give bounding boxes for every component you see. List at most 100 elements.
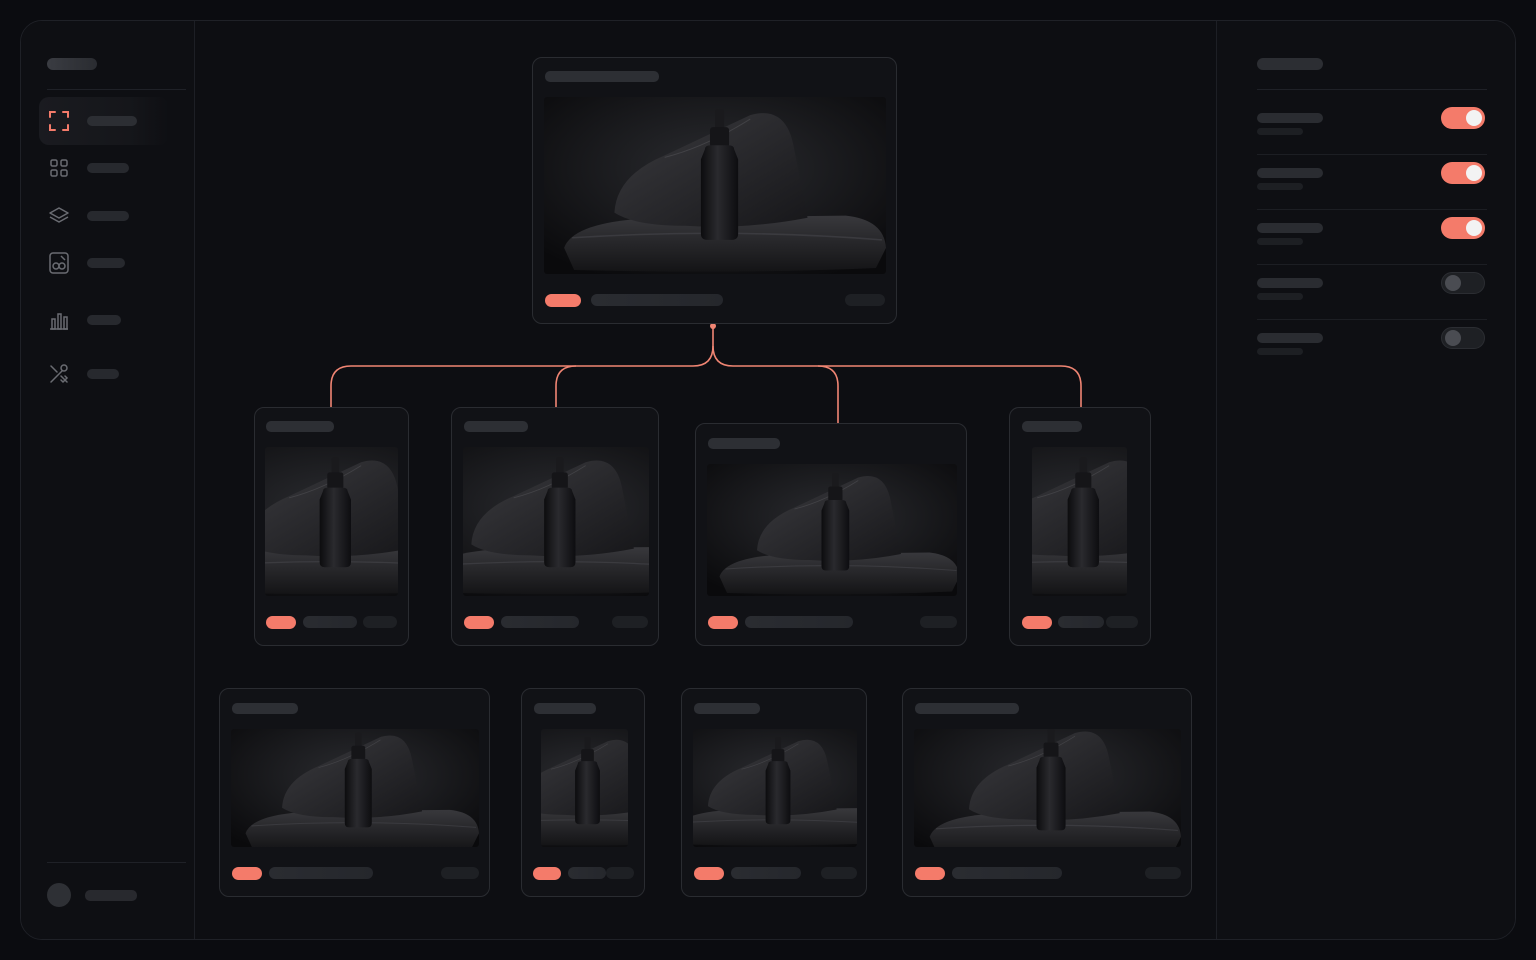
sidebar-item-label bbox=[87, 116, 137, 126]
grid-icon bbox=[39, 158, 79, 178]
toggle-knob bbox=[1445, 275, 1461, 291]
connector-line bbox=[712, 345, 1082, 407]
card-tag bbox=[441, 867, 479, 879]
root-card[interactable] bbox=[532, 57, 897, 324]
card-title bbox=[464, 421, 528, 432]
setting-label bbox=[1257, 113, 1323, 123]
product-thumbnail[interactable] bbox=[541, 729, 628, 847]
logo[interactable] bbox=[47, 58, 97, 70]
setting-divider bbox=[1257, 319, 1487, 320]
card-tag bbox=[363, 616, 397, 628]
frame-select-icon bbox=[39, 110, 79, 132]
toggle-knob bbox=[1466, 165, 1482, 181]
setting-row bbox=[1257, 217, 1487, 272]
sidebar-item-label bbox=[87, 315, 121, 325]
variant-card[interactable] bbox=[451, 407, 659, 646]
product-thumbnail[interactable] bbox=[231, 729, 479, 847]
avatar[interactable] bbox=[47, 883, 71, 907]
card-title bbox=[534, 703, 596, 714]
setting-row bbox=[1257, 272, 1487, 327]
product-thumbnail[interactable] bbox=[265, 447, 398, 596]
card-title bbox=[915, 703, 1019, 714]
sidebar-item-layers[interactable] bbox=[39, 192, 169, 240]
connector-line bbox=[330, 326, 714, 407]
setting-row bbox=[1257, 327, 1487, 382]
sidebar-item-label bbox=[87, 258, 125, 268]
status-badge bbox=[708, 616, 738, 629]
app-window bbox=[20, 20, 1516, 940]
variant-card[interactable] bbox=[681, 688, 867, 897]
card-tag bbox=[920, 616, 957, 628]
toggle-switch[interactable] bbox=[1441, 107, 1485, 129]
card-meta bbox=[731, 867, 801, 879]
setting-description bbox=[1257, 128, 1303, 135]
assets-icon bbox=[39, 251, 79, 275]
card-tag bbox=[845, 294, 885, 306]
sidebar-item-label bbox=[87, 211, 129, 221]
panel-divider bbox=[1257, 89, 1487, 90]
card-title bbox=[1022, 421, 1082, 432]
setting-description bbox=[1257, 293, 1303, 300]
card-meta bbox=[1058, 616, 1104, 628]
tools-icon bbox=[39, 363, 79, 385]
sidebar-item-label bbox=[87, 163, 129, 173]
user-name bbox=[85, 889, 137, 901]
sidebar bbox=[21, 21, 195, 939]
card-tag bbox=[606, 867, 634, 879]
sidebar-item-grid[interactable] bbox=[39, 144, 169, 192]
variant-card[interactable] bbox=[695, 423, 967, 646]
status-badge bbox=[266, 616, 296, 629]
status-badge bbox=[232, 867, 262, 880]
card-title bbox=[232, 703, 298, 714]
layers-icon bbox=[39, 206, 79, 226]
sidebar-item-frames[interactable] bbox=[39, 97, 169, 145]
status-badge bbox=[1022, 616, 1052, 629]
status-badge bbox=[545, 294, 581, 307]
setting-label bbox=[1257, 278, 1323, 288]
setting-label bbox=[1257, 168, 1323, 178]
setting-label bbox=[1257, 223, 1323, 233]
card-meta bbox=[591, 294, 723, 306]
flow-canvas bbox=[196, 21, 1216, 939]
setting-label bbox=[1257, 333, 1323, 343]
sidebar-item-analytics[interactable] bbox=[39, 296, 169, 344]
card-meta bbox=[952, 867, 1062, 879]
variant-card[interactable] bbox=[902, 688, 1192, 897]
setting-divider bbox=[1257, 209, 1487, 210]
variant-card[interactable] bbox=[1009, 407, 1151, 646]
variant-card[interactable] bbox=[254, 407, 409, 646]
product-thumbnail[interactable] bbox=[463, 447, 649, 596]
card-title bbox=[545, 71, 659, 82]
connector-line bbox=[555, 365, 577, 407]
status-badge bbox=[464, 616, 494, 629]
setting-description bbox=[1257, 183, 1303, 190]
product-thumbnail[interactable] bbox=[693, 729, 857, 847]
toggle-knob bbox=[1466, 110, 1482, 126]
card-meta bbox=[303, 616, 357, 628]
product-thumbnail[interactable] bbox=[914, 729, 1181, 847]
toggle-knob bbox=[1445, 330, 1461, 346]
variant-card[interactable] bbox=[219, 688, 490, 897]
sidebar-item-assets[interactable] bbox=[39, 239, 169, 287]
product-thumbnail[interactable] bbox=[707, 464, 957, 596]
toggle-switch[interactable] bbox=[1441, 162, 1485, 184]
setting-row bbox=[1257, 107, 1487, 162]
user-profile[interactable] bbox=[47, 883, 137, 907]
product-thumbnail[interactable] bbox=[544, 97, 886, 274]
status-badge bbox=[694, 867, 724, 880]
card-tag bbox=[821, 867, 857, 879]
card-meta bbox=[568, 867, 606, 879]
card-title bbox=[708, 438, 780, 449]
toggle-switch[interactable] bbox=[1441, 272, 1485, 294]
product-thumbnail[interactable] bbox=[1032, 447, 1127, 596]
card-meta bbox=[501, 616, 579, 628]
setting-row bbox=[1257, 162, 1487, 217]
status-badge bbox=[915, 867, 945, 880]
sidebar-item-tools[interactable] bbox=[39, 350, 169, 398]
card-tag bbox=[1145, 867, 1181, 879]
toggle-switch[interactable] bbox=[1441, 327, 1485, 349]
toggle-switch[interactable] bbox=[1441, 217, 1485, 239]
sidebar-divider bbox=[47, 862, 186, 863]
variant-card[interactable] bbox=[521, 688, 645, 897]
setting-description bbox=[1257, 348, 1303, 355]
